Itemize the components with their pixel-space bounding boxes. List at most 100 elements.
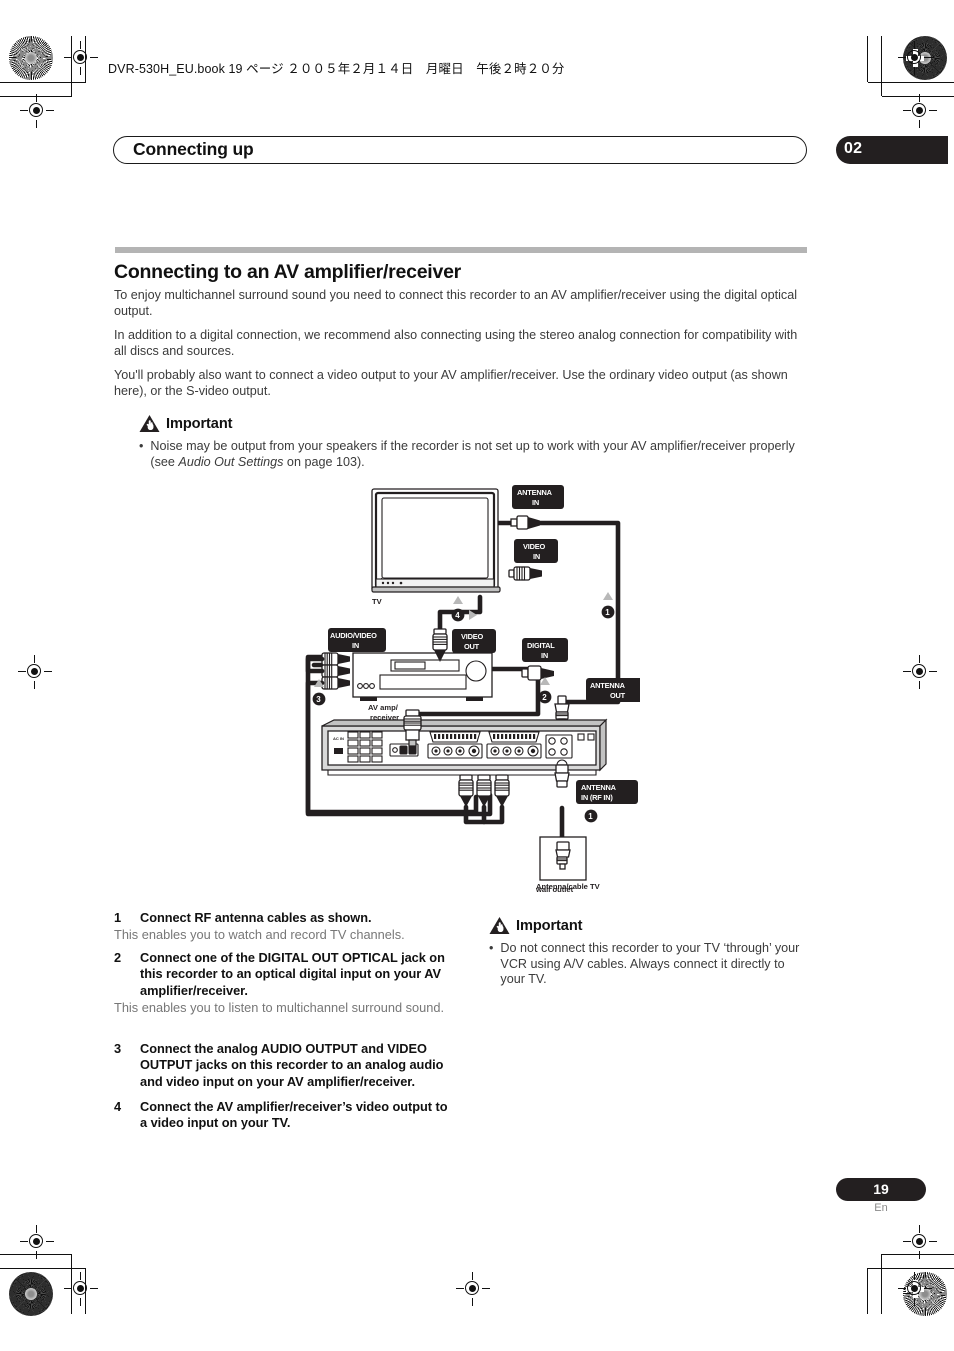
step-1-heading-text: Connect RF antenna cables as shown. <box>140 910 372 925</box>
registration-starburst-bottom-left <box>9 1272 53 1316</box>
step-1-heading: 1 Connect RF antenna cables as shown. <box>114 910 455 926</box>
callout-1-top: 1 <box>601 592 615 619</box>
callout-1-bottom-number: 1 <box>588 812 593 821</box>
important-bullet: • Noise may be output from your speakers… <box>139 439 809 470</box>
label-antenna-in-line1: ANTENNA <box>517 488 553 497</box>
label-video-out: VIDEO OUT <box>452 629 496 653</box>
antenna-plug-recorder-rf-in <box>554 764 570 788</box>
step-4: 4 Connect the AV amplifier/receiver’s vi… <box>114 1099 455 1132</box>
important-bullet: • Do not connect this recorder to your T… <box>489 941 809 988</box>
rca-plug-tv-video-in <box>508 566 542 581</box>
label-video-in: VIDEO IN <box>514 539 558 563</box>
important-label: Important <box>516 917 583 934</box>
step-1-body: This enables you to watch and record TV … <box>114 927 405 943</box>
callout-4-number: 4 <box>455 611 460 620</box>
label-antenna-in-rf-in: ANTENNA IN (RF IN) <box>576 780 638 804</box>
svg-text:AC IN: AC IN <box>333 736 344 741</box>
tv-illustration <box>371 488 501 593</box>
callout-2: 2 <box>538 677 552 704</box>
trim-line-top-right-v2 <box>881 36 883 96</box>
label-antenna-in: ANTENNA IN <box>512 485 564 509</box>
running-header-title: Connecting up <box>133 139 254 159</box>
step-3-heading: 3 Connect the analog AUDIO OUTPUT and VI… <box>114 1041 455 1090</box>
antenna-plug-tv <box>510 515 540 530</box>
trim-line-bottom-left-h2 <box>0 1254 72 1256</box>
label-digital-in-line1: DIGITAL <box>527 641 555 650</box>
trim-line-bottom-left-v2 <box>71 1254 73 1314</box>
label-video-out-line2: OUT <box>464 642 480 651</box>
optical-plug-recorder <box>403 709 422 747</box>
trim-line-bottom-right-v <box>867 1268 869 1314</box>
registration-crosshair-bottom-right <box>898 1272 932 1306</box>
registration-crosshair-middle-right <box>903 655 937 689</box>
step-2-heading: 2 Connect one of the DIGITAL OUT OPTICAL… <box>114 950 455 999</box>
step-1: 1 Connect RF antenna cables as shown. Th… <box>114 910 455 944</box>
label-audio-video-in-line1: AUDIO/VIDEO <box>330 631 377 640</box>
step-2-heading-text: Connect one of the DIGITAL OUT OPTICAL j… <box>140 950 445 998</box>
callout-1-bottom: 1 <box>584 809 598 823</box>
registration-crosshair-middle-left <box>18 655 52 689</box>
paragraph: To enjoy multichannel surround sound you… <box>114 288 798 318</box>
step-4-number: 4 <box>114 1099 122 1114</box>
chapter-number: 02 <box>844 140 863 157</box>
step-2-number: 2 <box>114 950 122 965</box>
av-amplifier-connection-diagram: .ln { fill:none; stroke:#231f20; stroke-… <box>300 482 640 894</box>
step-2-body: This enables you to listen to multichann… <box>114 1000 445 1016</box>
bullet-marker: • <box>139 439 144 453</box>
trim-line-top-left-v2 <box>71 36 73 96</box>
callout-1-number: 1 <box>605 608 610 617</box>
intro-paragraphs: To enjoy multichannel surround sound you… <box>114 288 808 409</box>
registration-crosshair-upper-right <box>903 94 937 128</box>
trim-line-bottom-left-v <box>85 1268 87 1314</box>
av-amp-caption-line1: AV amp/ <box>368 703 399 712</box>
registration-crosshair-bottom-center <box>456 1272 490 1306</box>
label-video-out-line1: VIDEO <box>461 632 483 641</box>
step-4-heading-text: Connect the AV amplifier/receiver’s vide… <box>140 1099 448 1131</box>
important-bullet-text: Do not connect this recorder to your TV … <box>500 941 800 987</box>
paragraph: You'll probably also want to connect a v… <box>114 368 788 398</box>
callout-4: 4 <box>451 596 477 622</box>
section-rule <box>115 247 807 253</box>
label-audio-video-in-line2: IN <box>352 641 359 650</box>
registration-starburst-top-left <box>9 36 53 80</box>
trim-line-top-left-h <box>0 82 86 84</box>
page-number: 19 <box>873 1181 889 1197</box>
step-4-heading: 4 Connect the AV amplifier/receiver’s vi… <box>114 1099 455 1132</box>
trim-line-bottom-right-v2 <box>881 1254 883 1314</box>
important-note-right: Important • Do not connect this recorder… <box>489 916 809 988</box>
label-antenna-in-rf-line1: ANTENNA <box>581 783 617 792</box>
label-video-in-line2: IN <box>533 552 540 561</box>
step-3-number: 3 <box>114 1041 122 1056</box>
callout-2-number: 2 <box>542 693 547 702</box>
warning-hand-triangle-icon <box>139 414 160 433</box>
label-antenna-out: ANTENNA OUT <box>586 678 640 702</box>
page-language-code: En <box>874 1202 888 1214</box>
tv-caption: TV <box>372 597 383 606</box>
trim-line-top-left-v <box>85 36 87 82</box>
registration-crosshair-upper-left <box>20 94 54 128</box>
trim-line-top-right-h2 <box>882 96 954 98</box>
label-audio-video-in: AUDIO/VIDEO IN <box>328 628 386 652</box>
wall-outlet-caption-line2: wall outlet <box>536 885 574 894</box>
paragraph: In addition to a digital connection, we … <box>114 328 798 358</box>
registration-crosshair-top-left <box>64 41 98 75</box>
callout-3-number: 3 <box>316 695 321 704</box>
print-slug-line: DVR-530H_EU.book 19 ページ ２００５年２月１４日 月曜日 午… <box>108 62 565 76</box>
label-antenna-in-rf-line2: IN (RF IN) <box>581 793 613 802</box>
rca-plugs-recorder-outputs <box>458 774 510 825</box>
trim-line-top-right-v <box>867 36 869 82</box>
label-video-in-line1: VIDEO <box>523 542 545 551</box>
step-2: 2 Connect one of the DIGITAL OUT OPTICAL… <box>114 950 455 1016</box>
trim-line-bottom-left-h <box>0 1268 86 1270</box>
label-digital-in-line2: IN <box>541 651 548 660</box>
bullet-text-part: on page 103). <box>283 454 365 469</box>
label-antenna-out-line1: ANTENNA <box>590 681 626 690</box>
label-antenna-in-line2: IN <box>532 498 539 507</box>
important-label: Important <box>166 415 233 432</box>
av-amplifier-illustration <box>352 652 493 701</box>
bullet-marker: • <box>489 941 494 955</box>
step-3-heading-text: Connect the analog AUDIO OUTPUT and VIDE… <box>140 1041 444 1089</box>
trim-line-top-left-h2 <box>0 96 72 98</box>
wall-outlet-illustration <box>539 836 587 881</box>
warning-hand-triangle-icon <box>489 916 510 935</box>
